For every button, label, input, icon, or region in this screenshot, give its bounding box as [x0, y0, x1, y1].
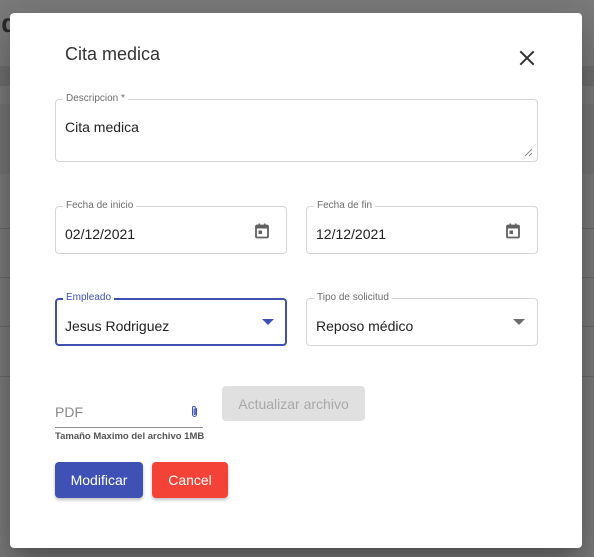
employee-value: Jesus Rodriguez	[65, 318, 170, 334]
pdf-placeholder: PDF	[55, 404, 83, 420]
calendar-icon[interactable]	[255, 223, 269, 239]
update-file-button: Actualizar archivo	[222, 386, 365, 421]
description-field[interactable]: Descripcion * Cita medica	[55, 93, 538, 162]
description-label: Descripcion *	[63, 93, 128, 105]
edit-request-dialog: Cita medica Descripcion * Cita medica Fe…	[10, 13, 582, 548]
employee-select[interactable]: Empleado Jesus Rodriguez	[55, 292, 287, 346]
dialog-title: Cita medica	[65, 44, 161, 64]
employee-label: Empleado	[63, 292, 115, 304]
description-value: Cita medica	[65, 119, 139, 135]
paperclip-icon[interactable]	[190, 405, 199, 418]
resize-handle-icon[interactable]	[524, 148, 533, 157]
request-type-select[interactable]: Tipo de solicitud Reposo médico	[306, 292, 538, 346]
end-date-label: Fecha de fin	[314, 200, 376, 212]
end-date-value: 12/12/2021	[316, 226, 387, 242]
end-date-field[interactable]: Fecha de fin 12/12/2021	[306, 200, 538, 254]
cancel-button[interactable]: Cancel	[152, 462, 228, 498]
start-date-label: Fecha de inicio	[63, 200, 137, 212]
dropdown-arrow-icon[interactable]	[513, 319, 525, 325]
dropdown-arrow-icon[interactable]	[262, 319, 274, 325]
request-type-label: Tipo de solicitud	[314, 292, 392, 304]
request-type-value: Reposo médico	[316, 318, 414, 334]
file-size-hint: Tamaño Maximo del archivo 1MB	[55, 431, 205, 442]
close-button[interactable]	[515, 46, 539, 70]
calendar-icon[interactable]	[506, 223, 520, 239]
start-date-value: 02/12/2021	[65, 226, 136, 242]
modify-button[interactable]: Modificar	[55, 462, 143, 498]
close-icon	[519, 50, 535, 66]
pdf-file-input[interactable]: PDF	[55, 400, 203, 428]
start-date-field[interactable]: Fecha de inicio 02/12/2021	[55, 200, 287, 254]
